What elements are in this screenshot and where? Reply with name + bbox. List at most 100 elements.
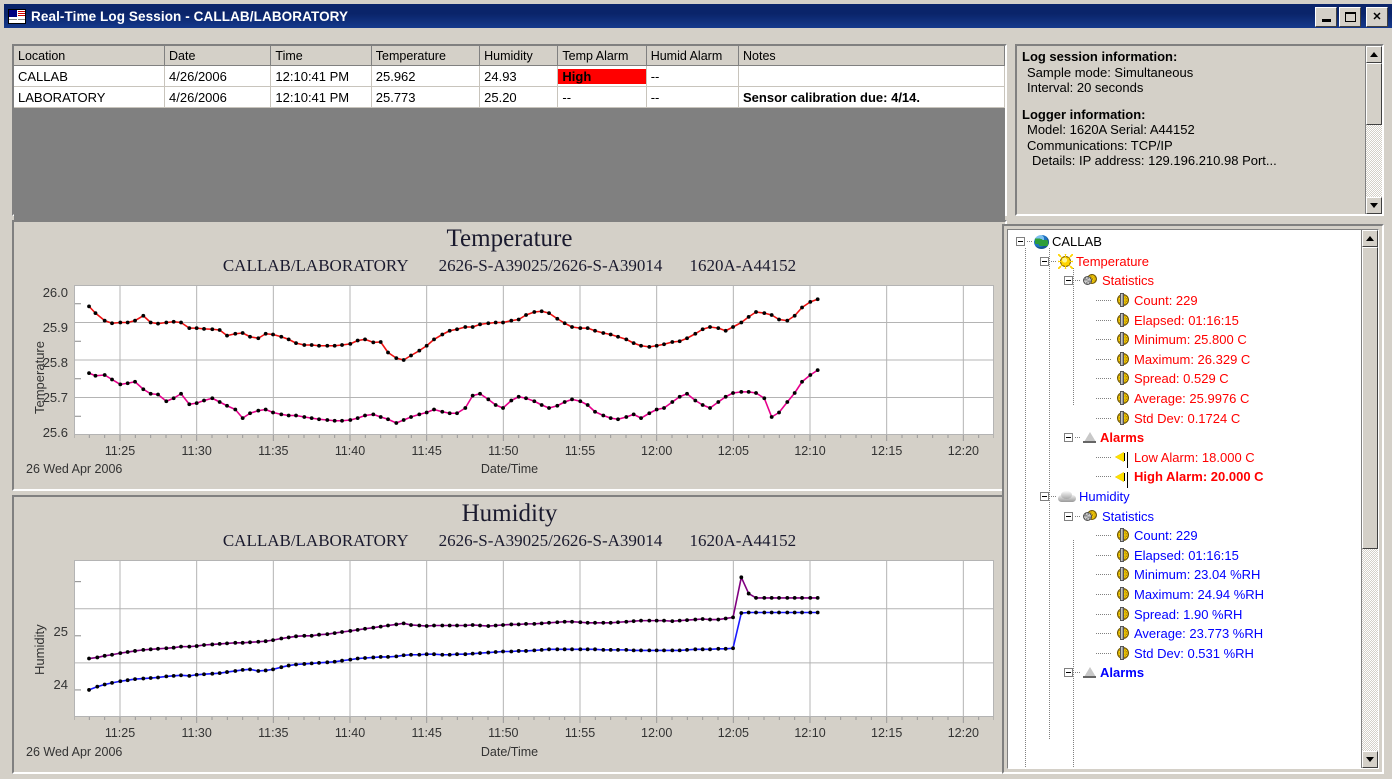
tree-item-hum-stat-4[interactable]: Spread: 1.90 %RH bbox=[1008, 604, 1361, 624]
cell-humid-alarm: -- bbox=[646, 65, 740, 87]
tree-item-hum-stat-3[interactable]: Maximum: 24.94 %RH bbox=[1008, 585, 1361, 605]
tree-item-temp-stat-4[interactable]: Spread: 0.529 C bbox=[1008, 369, 1361, 389]
info-vertical-scrollbar[interactable] bbox=[1365, 46, 1382, 214]
x-tick: 12:15 bbox=[871, 726, 903, 740]
bell-icon bbox=[1082, 430, 1097, 445]
tree-item-label: Alarms bbox=[1100, 665, 1145, 681]
col-location[interactable]: Location bbox=[14, 46, 166, 66]
tree-item-temperature[interactable]: Temperature bbox=[1008, 252, 1361, 272]
gear-icon bbox=[1114, 626, 1131, 641]
tree-item-humidity-alarms[interactable]: Alarms bbox=[1008, 663, 1361, 683]
col-humidity[interactable]: Humidity bbox=[479, 46, 559, 66]
tree-scroll-up-button[interactable] bbox=[1362, 230, 1378, 247]
temperature-datestamp: 26 Wed Apr 2006 bbox=[26, 462, 123, 476]
col-notes[interactable]: Notes bbox=[738, 46, 1005, 66]
readings-grid[interactable]: Location Date Time Temperature Humidity … bbox=[12, 44, 1007, 276]
col-time[interactable]: Time bbox=[270, 46, 372, 66]
humidity-chart-panel[interactable]: Humidity CALLAB/LABORATORY 2626-S-A39025/… bbox=[12, 495, 1007, 774]
sun-icon bbox=[1058, 254, 1073, 269]
subtitle-logger: 1620A-A44152 bbox=[689, 256, 797, 275]
tree-item-temperature-statistics[interactable]: Statistics bbox=[1008, 271, 1361, 291]
tree-item-temp-stat-1[interactable]: Elapsed: 01:16:15 bbox=[1008, 310, 1361, 330]
tree-item-hum-stat-6[interactable]: Std Dev: 0.531 %RH bbox=[1008, 643, 1361, 663]
session-info-header: Log session information: bbox=[1022, 49, 1178, 64]
tree-item-humidity-statistics[interactable]: Statistics bbox=[1008, 506, 1361, 526]
tree-collapse-icon[interactable] bbox=[1064, 276, 1073, 286]
interval-line: Interval: 20 seconds bbox=[1027, 80, 1144, 95]
col-temperature[interactable]: Temperature bbox=[371, 46, 481, 66]
tree-collapse-icon[interactable] bbox=[1064, 668, 1073, 678]
gear-icon bbox=[1114, 645, 1131, 661]
tree-collapse-icon[interactable] bbox=[1064, 433, 1073, 443]
tree-connector bbox=[1075, 515, 1080, 517]
tree-connector bbox=[1096, 300, 1112, 302]
tree-items: CALLAB Temperature Statistics Count: 229 Ela… bbox=[1008, 230, 1361, 683]
statistics-tree-panel[interactable]: CALLAB Temperature Statistics Count: 229 Ela… bbox=[1002, 224, 1384, 774]
info-text: Log session information: Sample mode: Si… bbox=[1017, 46, 1365, 214]
tree-scroll-down-button[interactable] bbox=[1362, 751, 1378, 768]
maximize-button[interactable] bbox=[1339, 7, 1361, 27]
tree-item-label: Count: 229 bbox=[1134, 293, 1198, 309]
col-humid-alarm[interactable]: Humid Alarm bbox=[646, 46, 740, 66]
tree-collapse-icon[interactable] bbox=[1040, 492, 1049, 502]
minimize-button[interactable] bbox=[1315, 7, 1337, 27]
tree-item-temp-stat-2[interactable]: Minimum: 25.800 C bbox=[1008, 330, 1361, 350]
tree-item-hum-stat-2[interactable]: Minimum: 23.04 %RH bbox=[1008, 565, 1361, 585]
gear-icon bbox=[1114, 293, 1131, 308]
cell-time: 12:10:41 PM bbox=[270, 65, 372, 87]
gear-icon bbox=[1114, 410, 1131, 426]
temperature-x-axis-label: Date/Time bbox=[480, 462, 539, 476]
tree-item-label: Temperature bbox=[1076, 253, 1149, 269]
temperature-chart-title: Temperature bbox=[446, 225, 573, 252]
tree-collapse-icon[interactable] bbox=[1064, 511, 1073, 521]
tree-item-hum-stat-0[interactable]: Count: 229 bbox=[1008, 526, 1361, 546]
y-tick: 25.9 bbox=[42, 320, 68, 335]
tree-vertical-scrollbar[interactable] bbox=[1361, 230, 1378, 768]
x-tick: 11:50 bbox=[488, 726, 519, 740]
tree-scroll-track[interactable] bbox=[1362, 247, 1378, 751]
tree-item-hum-stat-5[interactable]: Average: 23.773 %RH bbox=[1008, 624, 1361, 644]
tree-item-humidity[interactable]: Humidity bbox=[1008, 487, 1361, 507]
tree-item-callab[interactable]: CALLAB bbox=[1008, 232, 1361, 252]
humidity-chart-title: Humidity bbox=[461, 500, 558, 527]
temperature-chart-panel[interactable]: Temperature CALLAB/LABORATORY 2626-S-A390… bbox=[12, 220, 1007, 491]
close-icon: ✕ bbox=[1372, 10, 1382, 23]
tree-item-temp-stat-0[interactable]: Count: 229 bbox=[1008, 291, 1361, 311]
tree-item-low-alarm[interactable]: Low Alarm: 18.000 C bbox=[1008, 448, 1361, 468]
x-tick: 12:05 bbox=[717, 726, 749, 740]
tree-collapse-icon[interactable] bbox=[1040, 256, 1049, 266]
tree-item-label: Maximum: 24.94 %RH bbox=[1134, 586, 1265, 602]
tree-item-temp-stat-6[interactable]: Std Dev: 0.1724 C bbox=[1008, 408, 1361, 428]
tree-item-temp-stat-3[interactable]: Maximum: 26.329 C bbox=[1008, 350, 1361, 370]
info-scroll-down-button[interactable] bbox=[1366, 197, 1382, 214]
col-date[interactable]: Date bbox=[164, 46, 272, 66]
tree-item-label: Alarms bbox=[1100, 430, 1145, 446]
gear-icon bbox=[1114, 547, 1131, 563]
table-row[interactable]: LABORATORY 4/26/2006 12:10:41 PM 25.773 … bbox=[14, 86, 1005, 108]
tree-item-hum-stat-1[interactable]: Elapsed: 01:16:15 bbox=[1008, 546, 1361, 566]
globe-icon bbox=[1034, 234, 1049, 249]
col-temp-alarm[interactable]: Temp Alarm bbox=[557, 46, 647, 66]
tree-item-label: Spread: 0.529 C bbox=[1134, 371, 1229, 387]
tree-item-temp-stat-5[interactable]: Average: 25.9976 C bbox=[1008, 389, 1361, 409]
tree-scroll-region[interactable]: CALLAB Temperature Statistics Count: 229 Ela… bbox=[1008, 230, 1361, 768]
cell-date: 4/26/2006 bbox=[164, 86, 272, 108]
title-bar[interactable]: Real-Time Log Session - CALLAB/LABORATOR… bbox=[4, 4, 1392, 28]
info-scroll-track[interactable] bbox=[1366, 63, 1382, 197]
tree-item-label: Low Alarm: 18.000 C bbox=[1134, 449, 1255, 465]
tree-item-label: Count: 229 bbox=[1134, 528, 1198, 544]
x-tick: 11:45 bbox=[411, 444, 442, 458]
tree-item-temperature-alarms[interactable]: Alarms bbox=[1008, 428, 1361, 448]
gear-icon bbox=[1114, 312, 1131, 328]
tree-scroll-thumb[interactable] bbox=[1362, 247, 1378, 549]
x-tick: 11:55 bbox=[564, 444, 596, 458]
info-scroll-thumb[interactable] bbox=[1366, 63, 1382, 125]
temperature-chart-subtitle: CALLAB/LABORATORY 2626-S-A39025/2626-S-A3… bbox=[14, 256, 1005, 276]
table-row[interactable]: CALLAB 4/26/2006 12:10:41 PM 25.962 24.9… bbox=[14, 65, 1005, 87]
close-button[interactable]: ✕ bbox=[1366, 7, 1388, 27]
tree-item-high-alarm[interactable]: High Alarm: 20.000 C bbox=[1008, 467, 1361, 487]
info-scroll-up-button[interactable] bbox=[1366, 46, 1382, 63]
cell-temperature: 25.962 bbox=[371, 65, 481, 87]
tree-collapse-icon[interactable] bbox=[1016, 237, 1025, 247]
tree-item-label: Minimum: 23.04 %RH bbox=[1134, 567, 1261, 583]
